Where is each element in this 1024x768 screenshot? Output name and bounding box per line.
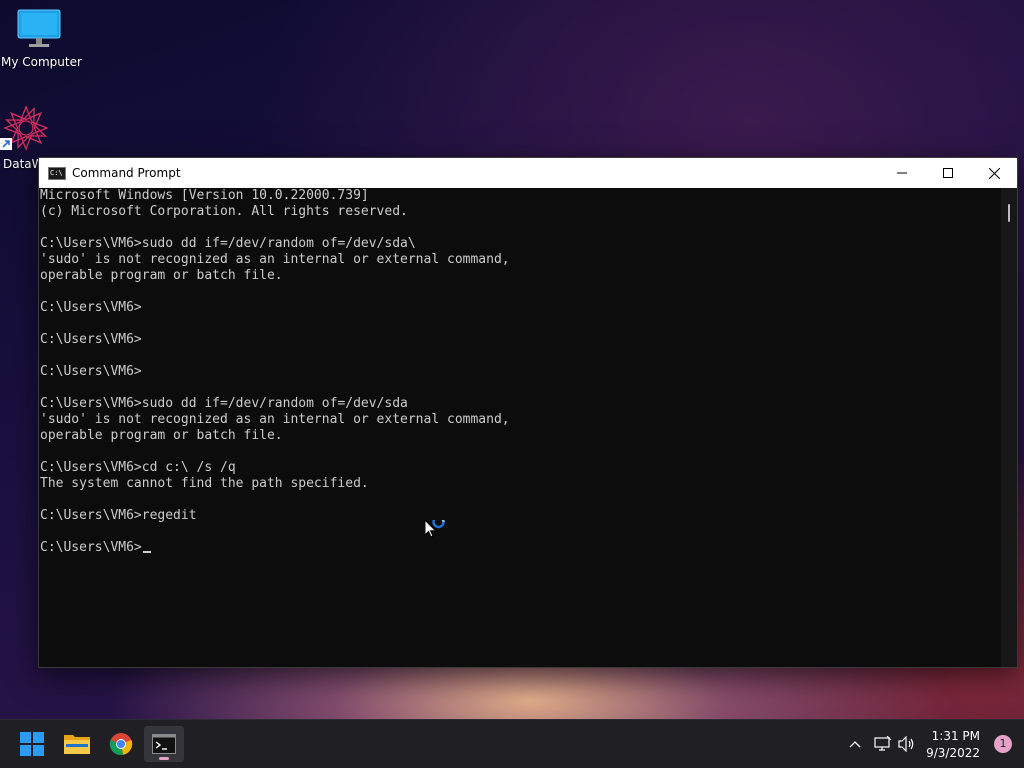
taskbar-clock[interactable]: 1:31 PM 9/3/2022 bbox=[926, 728, 980, 762]
monitor-icon bbox=[17, 9, 61, 53]
console-line: operable program or batch file. bbox=[40, 268, 283, 283]
chrome-icon bbox=[109, 733, 133, 756]
close-button[interactable] bbox=[971, 158, 1017, 188]
title-bar[interactable]: C:\ Command Prompt bbox=[39, 158, 1017, 188]
network-icon bbox=[874, 736, 892, 751]
console-line: (c) Microsoft Corporation. All rights re… bbox=[40, 204, 408, 219]
console-output[interactable]: Microsoft Windows [Version 10.0.22000.73… bbox=[39, 188, 1002, 667]
chrome-button[interactable] bbox=[101, 726, 141, 762]
scrollbar-thumb[interactable] bbox=[1008, 204, 1010, 222]
text-cursor bbox=[142, 551, 151, 553]
desktop-icon-label: My Computer bbox=[1, 55, 82, 69]
maximize-button[interactable] bbox=[925, 158, 971, 188]
console-line: C:\Users\VM6>cd c:\ /s /q bbox=[40, 460, 236, 475]
taskbar: 1:31 PM 9/3/2022 1 bbox=[0, 719, 1024, 768]
console-line: The system cannot find the path specifie… bbox=[40, 476, 369, 491]
dataw-shortcut-icon bbox=[0, 105, 49, 155]
chevron-up-icon bbox=[849, 741, 861, 748]
volume-button[interactable] bbox=[896, 720, 918, 768]
console-line: C:\Users\VM6>regedit bbox=[40, 508, 197, 523]
maximize-icon bbox=[943, 168, 953, 178]
terminal-icon bbox=[152, 734, 176, 754]
console-line: C:\Users\VM6> bbox=[40, 332, 142, 347]
folder-icon bbox=[64, 735, 90, 754]
console-line: C:\Users\VM6>sudo dd if=/dev/random of=/… bbox=[40, 236, 416, 251]
file-explorer-button[interactable] bbox=[57, 726, 97, 762]
console-prompt-line[interactable]: C:\Users\VM6> bbox=[40, 540, 1002, 556]
command-prompt-window[interactable]: C:\ Command Prompt Microsoft Windows [Ve… bbox=[38, 157, 1018, 668]
console-prompt: C:\Users\VM6> bbox=[40, 540, 142, 555]
desktop-icon-my-computer[interactable]: My Computer bbox=[1, 8, 82, 69]
clock-time: 1:31 PM bbox=[931, 729, 980, 743]
network-button[interactable] bbox=[872, 720, 894, 768]
active-app-indicator bbox=[159, 757, 169, 760]
minimize-icon bbox=[897, 172, 907, 174]
window-title: Command Prompt bbox=[72, 166, 181, 180]
speaker-icon bbox=[898, 736, 914, 752]
console-line: C:\Users\VM6> bbox=[40, 364, 142, 379]
console-line: C:\Users\VM6> bbox=[40, 300, 142, 315]
windows-logo-icon bbox=[20, 732, 44, 756]
minimize-button[interactable] bbox=[879, 158, 925, 188]
clock-date: 9/3/2022 bbox=[926, 746, 980, 760]
console-line: operable program or batch file. bbox=[40, 428, 283, 443]
notification-badge[interactable]: 1 bbox=[994, 735, 1012, 753]
close-icon bbox=[988, 167, 1000, 179]
console-line: C:\Users\VM6>sudo dd if=/dev/random of=/… bbox=[40, 396, 408, 411]
terminal-icon: C:\ bbox=[48, 166, 66, 180]
vertical-scrollbar[interactable] bbox=[1001, 188, 1017, 667]
console-line: 'sudo' is not recognized as an internal … bbox=[40, 252, 510, 267]
show-hidden-icons-button[interactable] bbox=[844, 720, 866, 768]
mouse-busy-cursor-icon bbox=[424, 515, 447, 546]
start-button[interactable] bbox=[12, 726, 52, 762]
console-line: Microsoft Windows [Version 10.0.22000.73… bbox=[40, 188, 369, 203]
command-prompt-taskbar-button[interactable] bbox=[144, 726, 184, 762]
console-line: 'sudo' is not recognized as an internal … bbox=[40, 412, 510, 427]
